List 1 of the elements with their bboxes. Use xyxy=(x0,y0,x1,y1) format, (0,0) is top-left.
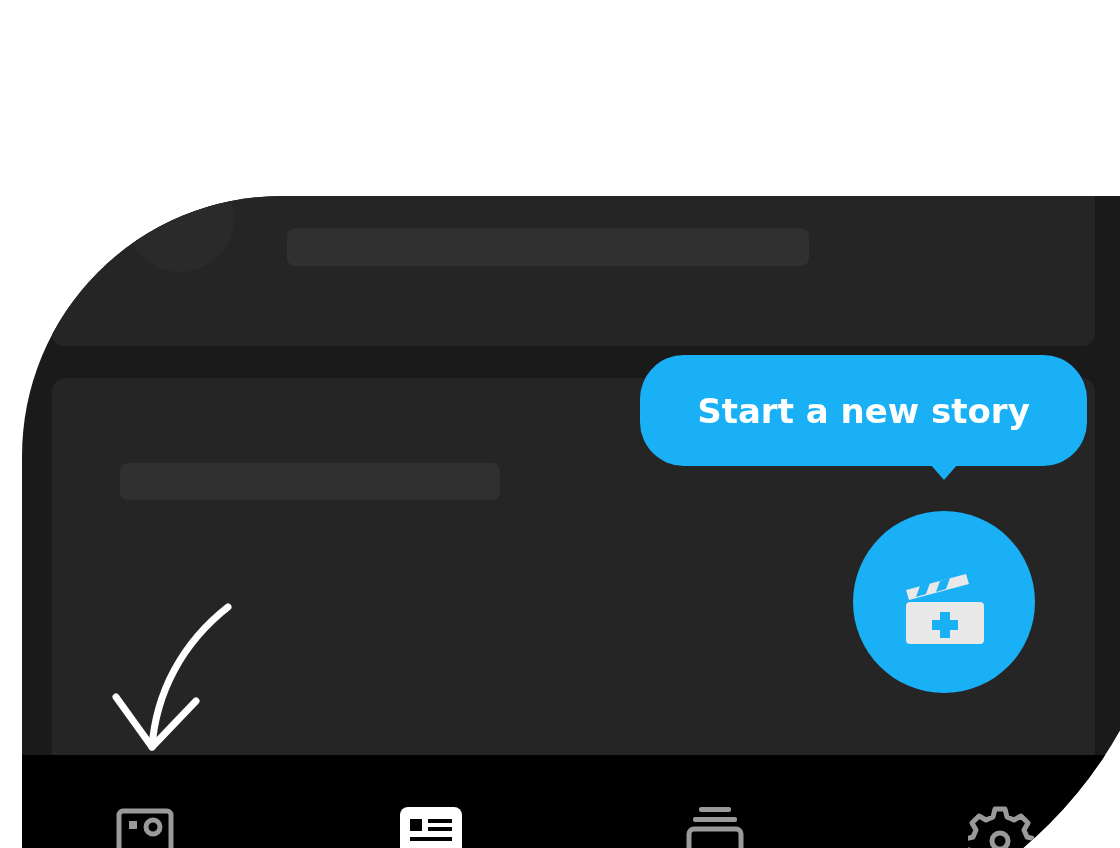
tooltip-text: Start a new story xyxy=(697,390,1030,431)
